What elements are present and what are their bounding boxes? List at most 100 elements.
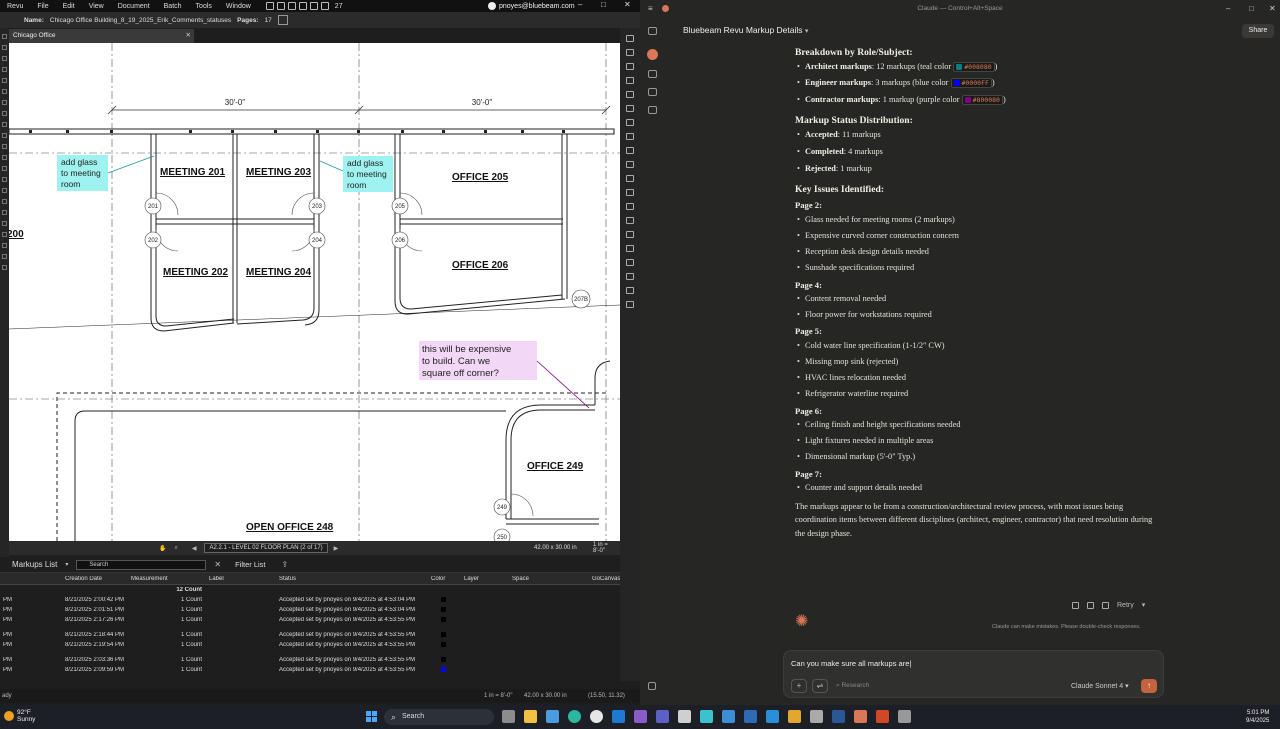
prev-page-icon[interactable]: ◀ [192,545,197,552]
tool-icon[interactable] [2,254,7,259]
tool-icon[interactable] [2,232,7,237]
app-icon[interactable] [788,710,801,723]
tool-icon[interactable] [626,147,634,154]
tool-icon[interactable] [2,210,7,215]
visual-studio-icon[interactable] [634,710,647,723]
zoom-icon[interactable]: ⌕ [174,545,177,552]
open-icon[interactable] [276,2,285,10]
table-row[interactable]: PM 8/21/2025 2:18:44 PM 1 Count Accepted se… [0,630,620,640]
message-input[interactable]: Can you make sure all markups are [791,659,911,668]
app-icon[interactable] [700,710,713,723]
retry-button[interactable]: Retry [1117,602,1134,609]
menu-tools[interactable]: Tools [189,3,219,10]
tool-icon[interactable] [626,77,634,84]
tool-icon[interactable] [626,49,634,56]
tool-icon[interactable] [2,89,7,94]
tool-icon[interactable] [2,166,7,171]
chevron-down-icon[interactable]: ▾ [1142,601,1146,609]
column-header[interactable]: Creation Date [62,576,128,582]
tool-icon[interactable] [2,122,7,127]
tool-icon[interactable] [626,259,634,266]
print-icon[interactable] [298,2,307,10]
artifacts-icon[interactable] [647,106,657,114]
tool-icon[interactable] [2,78,7,83]
new-icon[interactable] [265,2,274,10]
menu-view[interactable]: View [82,3,111,10]
sidebar-toggle-icon[interactable] [647,27,657,35]
menu-icon[interactable]: ≡ [648,0,653,17]
clock[interactable]: 5:01 PM 9/4/2025 [1246,709,1269,725]
save-icon[interactable] [287,2,296,10]
store-icon[interactable] [546,710,559,723]
task-view-icon[interactable] [502,710,515,723]
next-page-icon[interactable]: ▶ [334,545,339,552]
tool-icon[interactable] [626,133,634,140]
chrome-icon[interactable] [590,710,603,723]
send-button[interactable]: ↑ [1141,679,1157,693]
tool-icon[interactable] [2,155,7,160]
table-row[interactable]: PM 8/21/2025 2:00:42 PM 1 Count Accepted se… [0,595,620,605]
pan-icon[interactable]: ✋ [159,545,166,552]
tools-icon[interactable]: ⇌ [812,679,828,693]
account-icon[interactable] [648,682,656,690]
table-row[interactable]: PM 8/21/2025 2:03:36 PM 1 Count Accepted se… [0,655,620,665]
add-attachment-icon[interactable]: + [791,679,807,693]
teams-icon[interactable] [656,710,669,723]
outlook-icon[interactable] [612,710,625,723]
tool-icon[interactable] [626,91,634,98]
minimize-icon[interactable]: – [578,0,582,12]
menu-window[interactable]: Window [219,3,258,10]
tool-icon[interactable] [626,161,634,168]
column-header[interactable]: Color [428,576,461,582]
tool-icon[interactable] [2,265,7,270]
copy-icon[interactable] [1072,601,1079,609]
tool-icon[interactable] [2,34,7,39]
table-row[interactable]: PM 8/21/2025 2:19:54 PM 1 Count Accepted se… [0,640,620,650]
close-tab-icon[interactable]: ✕ [186,29,191,43]
photos-icon[interactable] [744,710,757,723]
app-icon[interactable] [898,710,911,723]
maximize-icon[interactable]: □ [601,0,606,12]
tool-icon[interactable] [626,105,634,112]
tool-icon[interactable] [626,217,634,224]
column-header[interactable]: Label [206,576,276,582]
research-button[interactable]: ⌕ Research [836,682,869,690]
tool-icon[interactable] [626,63,634,70]
edge-icon[interactable] [568,710,581,723]
menu-revu[interactable]: Revu [0,3,30,10]
word-icon[interactable] [832,710,845,723]
file-explorer-icon[interactable] [524,710,537,723]
menu-edit[interactable]: Edit [56,3,82,10]
chats-icon[interactable] [647,70,657,78]
markups-search-input[interactable]: Search [76,559,207,570]
maximize-icon[interactable]: □ [1249,0,1254,17]
tool-icon[interactable] [626,287,634,294]
tool-icon[interactable] [2,133,7,138]
document-tab[interactable]: Chicago Office Building_8_19_2025_Erik_C… [9,29,194,53]
thumbs-down-icon[interactable] [1102,601,1109,609]
close-icon[interactable]: ✕ [214,560,221,569]
table-row[interactable]: PM 8/21/2025 2:17:26 PM 1 Count Accepted se… [0,615,620,625]
conversation-title[interactable]: Bluebeam Revu Markup Details ▾ [683,25,808,35]
chevron-down-icon[interactable]: ▾ [65,561,68,568]
start-icon[interactable] [366,711,377,722]
tool-icon[interactable] [2,45,7,50]
filter-list-button[interactable]: Filter List [235,560,265,569]
user-account[interactable]: pnoyes@bluebeam.com [488,0,575,12]
column-header[interactable]: Layer [461,576,509,582]
tool-icon[interactable] [2,56,7,61]
tool-icon[interactable] [626,203,634,210]
weather-widget[interactable]: 92°F Sunny [4,709,35,723]
tool-icon[interactable] [2,144,7,149]
bluebeam-icon[interactable] [766,710,779,723]
tool-icon[interactable] [2,177,7,182]
tool-icon[interactable] [626,245,634,252]
menu-batch[interactable]: Batch [157,3,189,10]
tool-icon[interactable] [2,67,7,72]
new-chat-icon[interactable] [646,49,658,60]
table-row[interactable]: PM 8/21/2025 2:09:59 PM 1 Count Accepted se… [0,665,620,675]
tool-icon[interactable] [2,100,7,105]
app-icon[interactable] [678,710,691,723]
terminal-icon[interactable] [810,710,823,723]
menu-file[interactable]: File [30,3,55,10]
